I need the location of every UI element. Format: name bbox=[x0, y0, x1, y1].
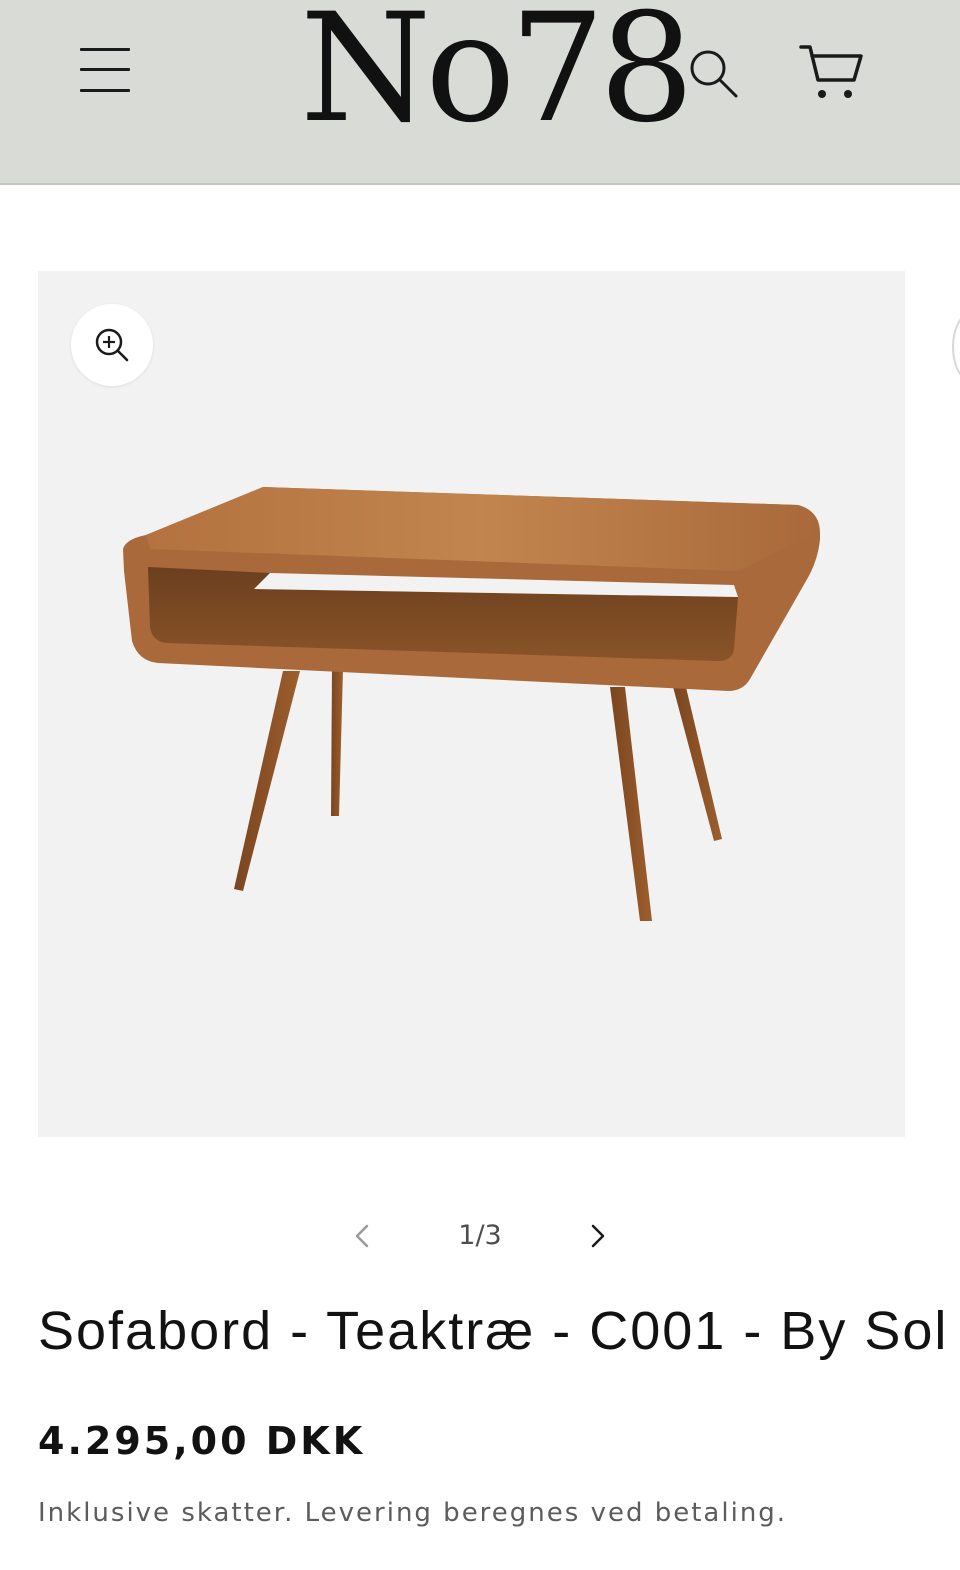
menu-button[interactable] bbox=[80, 46, 132, 94]
gallery-pagination: 1/3 bbox=[330, 1210, 630, 1262]
next-image-peek[interactable] bbox=[952, 310, 960, 384]
hamburger-menu-icon-middle bbox=[80, 68, 130, 71]
product-image[interactable] bbox=[38, 271, 905, 1137]
product-gallery[interactable] bbox=[38, 271, 905, 1137]
zoom-button[interactable] bbox=[71, 304, 153, 386]
zoom-in-icon bbox=[95, 328, 129, 362]
site-header: No78 bbox=[0, 0, 960, 185]
product-price: 4.295,00 DKK bbox=[38, 1419, 366, 1463]
site-logo[interactable]: No78 bbox=[300, 0, 694, 144]
cart-icon bbox=[799, 45, 863, 98]
previous-slide-button[interactable] bbox=[348, 1218, 378, 1254]
slide-counter: 1/3 bbox=[458, 1220, 502, 1251]
hamburger-menu-icon-bottom bbox=[80, 89, 130, 92]
cart-button[interactable] bbox=[798, 42, 864, 102]
tax-shipping-note: Inklusive skatter. Levering beregnes ved… bbox=[38, 1498, 788, 1528]
search-icon bbox=[690, 50, 738, 98]
chevron-left-icon bbox=[355, 1224, 369, 1248]
chevron-right-icon bbox=[591, 1224, 605, 1248]
hamburger-menu-icon bbox=[80, 48, 130, 51]
product-title: Sofabord - Teaktræ - C001 - By Sol bbox=[38, 1301, 949, 1361]
next-slide-button[interactable] bbox=[582, 1218, 612, 1254]
search-button[interactable] bbox=[686, 44, 742, 100]
